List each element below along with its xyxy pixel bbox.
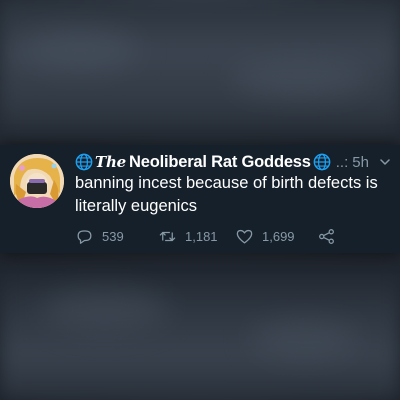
retweet-button[interactable]: 1,181 [158,225,218,247]
like-count: 1,699 [262,228,295,244]
share-icon [319,228,334,244]
background-blob [20,30,140,70]
reply-count: 539 [102,228,124,244]
globe-icon [75,153,93,171]
chevron-down-icon[interactable] [379,156,391,168]
retweet-icon [159,231,176,241]
share-button[interactable] [317,225,344,247]
background-blob [250,320,360,358]
tweet-text: banning incest because of birth defects … [75,174,378,215]
reply-icon [77,229,92,244]
tweet-card[interactable]: The Neoliberal Rat Goddess ..: 5h banning… [0,145,400,253]
retweet-count: 1,181 [185,228,218,244]
handle-truncated[interactable]: ..: [336,154,349,171]
tweet-time[interactable]: 5h [352,154,369,171]
background-blob [230,60,370,96]
tweet-actions: 539 1,181 1,699 [75,225,395,247]
avatar-illustration [10,154,64,208]
avatar[interactable] [10,154,64,208]
tweet-header: The Neoliberal Rat Goddess ..: 5h [75,151,393,173]
like-button[interactable]: 1,699 [235,225,295,247]
display-name-text: Neoliberal Rat Goddess [129,152,311,171]
globe-icon [313,153,331,171]
heart-icon [236,229,253,243]
background-blob [40,290,170,330]
display-name[interactable]: The Neoliberal Rat Goddess [95,153,311,172]
reply-button[interactable]: 539 [75,225,124,247]
display-name-prefix: The [95,152,127,171]
